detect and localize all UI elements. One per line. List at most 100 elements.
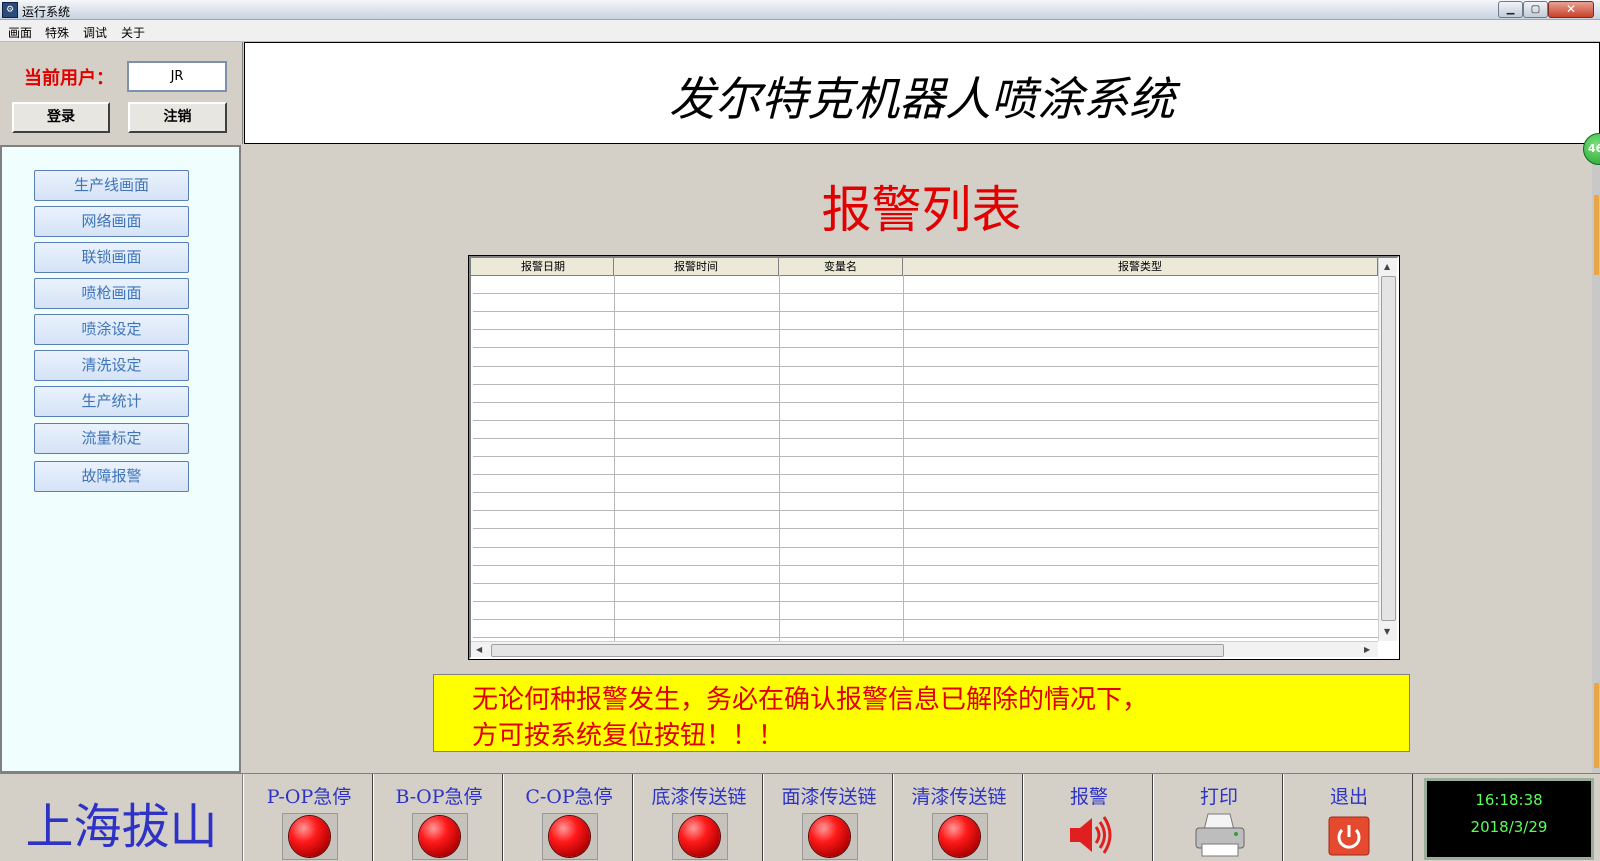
lamp-frame	[802, 813, 858, 860]
right-edge-indicator	[1594, 195, 1599, 275]
print-button[interactable]: 打印	[1153, 774, 1283, 861]
control-label: 退出	[1329, 786, 1368, 808]
table-row	[473, 437, 1378, 439]
title-bar	[0, 0, 1600, 20]
table-row	[473, 582, 1378, 584]
printer-icon	[1195, 813, 1245, 857]
red-lamp-icon	[289, 816, 330, 857]
table-row	[473, 546, 1378, 548]
table-row	[473, 528, 1378, 530]
lamp-frame	[412, 813, 468, 860]
control-label: B-OP急停	[395, 786, 483, 808]
table-row	[473, 600, 1378, 602]
column-alarm-time[interactable]: 报警时间	[614, 258, 779, 275]
table-row	[473, 329, 1378, 331]
horizontal-scrollbar[interactable]: ◀ ▶	[471, 641, 1378, 657]
column-alarm-date[interactable]: 报警日期	[473, 258, 614, 275]
horizontal-scroll-thumb[interactable]	[491, 644, 1224, 657]
column-alarm-type[interactable]: 报警类型	[903, 258, 1378, 275]
close-button[interactable]: ✕	[1548, 1, 1594, 18]
control-label: P-OP急停	[266, 786, 352, 808]
table-row	[473, 311, 1378, 313]
right-edge-indicator	[1594, 683, 1599, 768]
power-icon	[1328, 816, 1370, 856]
red-lamp-icon	[809, 816, 850, 857]
minimize-button[interactable]: ▁	[1498, 1, 1523, 18]
sidebar	[0, 145, 241, 773]
alarm-list-heading: 报警列表	[821, 181, 1022, 239]
red-lamp-icon	[679, 816, 720, 857]
red-lamp-icon	[419, 816, 460, 857]
sidebar-item-interlock[interactable]: 联锁画面	[34, 242, 189, 273]
login-button[interactable]: 登录	[12, 102, 110, 133]
table-row	[473, 492, 1378, 494]
sidebar-item-network[interactable]: 网络画面	[34, 206, 189, 237]
scroll-up-icon[interactable]: ▲	[1384, 262, 1390, 271]
c-op-estop[interactable]: C-OP急停	[503, 774, 633, 861]
topcoat-conveyor[interactable]: 面漆传送链	[763, 774, 893, 861]
sidebar-item-spray-settings[interactable]: 喷涂设定	[34, 314, 189, 345]
scroll-down-icon[interactable]: ▼	[1384, 627, 1390, 636]
vertical-scroll-thumb[interactable]	[1381, 276, 1396, 621]
control-label: C-OP急停	[525, 786, 613, 808]
speaker-icon	[1070, 816, 1112, 854]
table-column-divider	[903, 275, 904, 641]
b-op-estop[interactable]: B-OP急停	[373, 774, 503, 861]
red-lamp-icon	[939, 816, 980, 857]
clearcoat-conveyor[interactable]: 清漆传送链	[893, 774, 1023, 861]
table-row	[473, 474, 1378, 476]
clock-panel: 16:18:38 2018/3/29	[1424, 778, 1594, 860]
system-title: 发尔特克机器人喷涂系统	[669, 72, 1175, 126]
primer-conveyor[interactable]: 底漆传送链	[633, 774, 763, 861]
sidebar-item-production-stats[interactable]: 生产统计	[34, 386, 189, 417]
table-header: 报警日期 报警时间 变量名 报警类型	[471, 258, 1378, 276]
warning-line-1: 无论何种报警发生，务必在确认报警信息已解除的情况下，	[472, 685, 1149, 715]
alarm-table[interactable]: 报警日期 报警时间 变量名 报警类型 ▲ ▼ ◀ ▶	[468, 255, 1400, 660]
sidebar-item-production-line[interactable]: 生产线画面	[34, 170, 189, 201]
sidebar-item-fault-alarm[interactable]: 故障报警	[34, 461, 189, 492]
control-label: 底漆传送链	[651, 786, 747, 808]
table-row	[473, 383, 1378, 385]
table-row	[473, 456, 1378, 457]
warning-line-2: 方可按系统复位按钮！！！	[472, 721, 785, 751]
control-label: 清漆传送链	[911, 786, 1007, 808]
clock-time: 16:18:38	[1475, 791, 1543, 809]
current-user-field: JR	[127, 61, 227, 92]
table-row	[473, 293, 1378, 295]
column-variable-name[interactable]: 变量名	[779, 258, 903, 275]
control-label: 报警	[1069, 786, 1108, 808]
table-row	[473, 347, 1378, 349]
table-row	[473, 419, 1378, 421]
table-row	[473, 510, 1378, 512]
logout-button[interactable]: 注销	[128, 102, 227, 133]
red-lamp-icon	[549, 816, 590, 857]
alarm-button[interactable]: 报警	[1023, 774, 1153, 861]
menu-bar	[0, 20, 1600, 42]
menu-about[interactable]: 关于	[121, 24, 145, 41]
lamp-frame	[542, 813, 598, 860]
sidebar-item-cleaning-settings[interactable]: 清洗设定	[34, 350, 189, 381]
control-label: 面漆传送链	[781, 786, 877, 808]
exit-button[interactable]: 退出	[1283, 774, 1413, 861]
menu-debug[interactable]: 调试	[83, 24, 107, 41]
lamp-frame	[932, 813, 988, 860]
table-row	[473, 618, 1378, 620]
maximize-button[interactable]: ▢	[1523, 1, 1548, 18]
vertical-scrollbar[interactable]: ▲ ▼	[1378, 258, 1397, 641]
table-row	[473, 365, 1378, 367]
menu-screen[interactable]: 画面	[8, 24, 32, 41]
app-icon[interactable]: ⚙	[2, 2, 18, 18]
table-row	[473, 401, 1378, 403]
scroll-right-icon[interactable]: ▶	[1364, 645, 1370, 654]
window-title: 运行系统	[22, 5, 71, 19]
current-user-label: 当前用户：	[24, 68, 114, 89]
table-column-divider	[614, 275, 615, 641]
menu-special[interactable]: 特殊	[45, 24, 69, 41]
sidebar-item-flow-calibration[interactable]: 流量标定	[34, 423, 189, 454]
p-op-estop[interactable]: P-OP急停	[243, 774, 373, 861]
lamp-frame	[672, 813, 728, 860]
sidebar-item-spray-gun[interactable]: 喷枪画面	[34, 278, 189, 309]
table-row	[473, 637, 1378, 638]
clock-date: 2018/3/29	[1470, 818, 1548, 836]
scroll-left-icon[interactable]: ◀	[476, 645, 482, 654]
